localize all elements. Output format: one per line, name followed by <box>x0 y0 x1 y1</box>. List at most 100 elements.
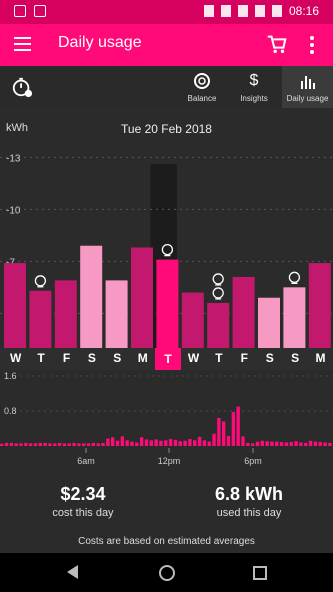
tab-bar: Balance $ Insights Daily usage <box>0 66 333 108</box>
hour-bar <box>279 442 284 446</box>
recent-apps-icon[interactable] <box>253 566 267 580</box>
tab-label: Balance <box>187 94 217 103</box>
more-options-icon[interactable] <box>310 36 314 57</box>
hour-bar <box>231 411 236 446</box>
vibrate-icon <box>203 5 214 17</box>
hour-bar <box>38 442 42 446</box>
hour-bar <box>77 443 81 446</box>
usage-value: 6.8 kWh <box>214 484 284 504</box>
day-bar <box>29 290 52 348</box>
stopwatch-icon[interactable] <box>11 76 33 98</box>
hairdryer-icon-shape <box>288 271 301 283</box>
day-label[interactable]: S <box>282 351 307 365</box>
hour-bar <box>241 436 245 446</box>
hourly-bars: 0.8 1.6 6am 12pm 6pm <box>0 371 333 466</box>
hour-bar <box>120 436 125 446</box>
x-tick-label: 12pm <box>158 456 181 466</box>
day-label[interactable]: S <box>257 351 282 365</box>
gauge-icon <box>194 73 210 89</box>
day-label[interactable]: T <box>28 351 53 365</box>
cost-note: Costs are based on estimated averages <box>78 536 255 547</box>
hour-bar <box>164 440 168 446</box>
selected-date: Tue 20 Feb 2018 <box>121 122 212 136</box>
day-label[interactable]: F <box>232 351 257 365</box>
hour-bar <box>304 442 308 446</box>
hour-bar <box>130 441 134 446</box>
hour-bar <box>226 435 231 446</box>
hour-bar <box>207 441 211 446</box>
vacuum-icon-shape <box>212 287 224 299</box>
hour-bar <box>289 442 293 446</box>
signal-icon <box>254 5 265 17</box>
hour-bar <box>0 443 4 446</box>
page-title: Daily usage <box>58 34 142 51</box>
day-label[interactable]: T <box>155 348 181 370</box>
day-bar <box>131 247 153 348</box>
hour-bar <box>212 433 216 446</box>
hour-bar <box>144 439 149 446</box>
y-tick-label: 1.6 <box>4 371 17 381</box>
day-bar <box>181 292 204 348</box>
hour-bar <box>67 443 71 446</box>
hour-bar <box>57 442 62 446</box>
day-bar <box>4 263 26 348</box>
daily-bars: -4-7-10-13 <box>0 153 333 348</box>
cart-icon[interactable] <box>266 33 288 55</box>
hour-bar <box>86 443 91 446</box>
day-labels-row: WTFSSMTWTFSSM <box>0 348 333 370</box>
hour-bar <box>125 440 129 446</box>
hour-bar <box>159 440 163 446</box>
day-bar <box>232 276 255 348</box>
tab-label: Insights <box>240 94 268 103</box>
day-label[interactable]: W <box>181 351 206 365</box>
hour-bar <box>270 441 274 446</box>
cost-value: $2.34 <box>60 484 106 504</box>
back-icon[interactable] <box>67 565 78 579</box>
day-label[interactable]: S <box>105 351 130 365</box>
hour-bar <box>33 443 38 446</box>
app-bar: Daily usage <box>0 24 333 66</box>
hour-bar <box>183 440 187 446</box>
day-label[interactable]: M <box>308 351 333 365</box>
day-bar <box>207 302 230 348</box>
hour-bar <box>53 443 57 446</box>
x-tick-label: 6pm <box>244 456 262 466</box>
hour-bar <box>101 442 105 446</box>
day-label[interactable]: S <box>79 351 104 365</box>
hour-bar <box>48 443 52 446</box>
x-tick-label: 6am <box>77 456 95 466</box>
hour-bar <box>24 442 28 446</box>
hour-bar <box>217 418 221 446</box>
home-icon[interactable] <box>159 565 175 581</box>
usage-stat: 6.8 kWh used this day <box>174 484 324 519</box>
tab-balance[interactable]: Balance <box>178 66 226 108</box>
hour-bar <box>82 443 86 446</box>
hour-bar <box>265 441 269 446</box>
hour-bar <box>4 442 9 446</box>
day-bar <box>54 280 77 348</box>
hour-bar <box>28 443 33 446</box>
hour-bar <box>96 443 100 446</box>
hour-bar <box>299 442 303 446</box>
day-label[interactable]: F <box>54 351 79 365</box>
y-tick-label: -10 <box>6 205 21 216</box>
day-label[interactable]: T <box>206 351 231 365</box>
hour-bar <box>260 440 264 446</box>
hour-bar <box>111 437 115 446</box>
hour-bar <box>308 440 313 446</box>
vacuum-icon-shape <box>34 275 47 287</box>
day-label[interactable]: W <box>3 351 28 365</box>
day-label[interactable]: M <box>130 351 155 365</box>
menu-icon[interactable] <box>14 37 31 51</box>
wifi-icon <box>237 5 248 17</box>
tab-insights[interactable]: $ Insights <box>230 66 278 108</box>
daily-usage-chart: -4-7-10-13 kWh Tue 20 Feb 2018 <box>0 108 333 370</box>
y-tick-label: -13 <box>6 153 21 164</box>
summary-panel: $2.34 cost this day 6.8 kWh used this da… <box>0 470 333 553</box>
tab-daily-usage[interactable]: Daily usage <box>282 66 333 108</box>
day-bar <box>308 263 331 348</box>
tab-label: Daily usage <box>286 94 329 103</box>
hour-bar <box>168 439 173 446</box>
cost-label: cost this day <box>52 507 114 519</box>
hour-bar <box>313 441 318 446</box>
